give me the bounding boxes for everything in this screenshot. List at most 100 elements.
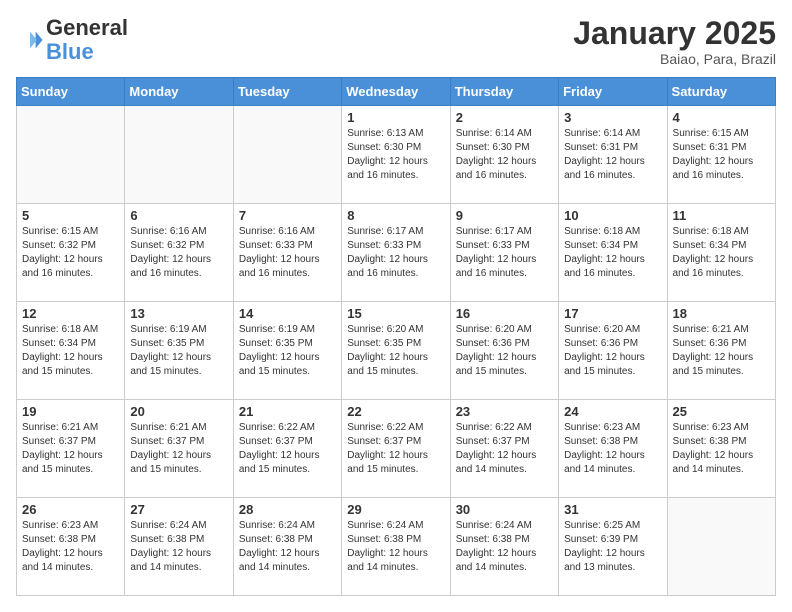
calendar-cell: 22 Sunrise: 6:22 AM Sunset: 6:37 PM Dayli… [342, 400, 450, 498]
weekday-header-tuesday: Tuesday [233, 78, 341, 106]
day-number: 4 [673, 110, 770, 125]
page: General Blue January 2025 Baiao, Para, B… [0, 0, 792, 612]
day-info: Sunrise: 6:24 AM Sunset: 6:38 PM Dayligh… [239, 519, 336, 575]
day-info: Sunrise: 6:17 AM Sunset: 6:33 PM Dayligh… [456, 225, 553, 281]
calendar-cell: 31Sunrise: 6:25 AM Sunset: 6:39 PM Dayli… [559, 498, 667, 596]
day-info: Sunrise: 6:14 AM Sunset: 6:30 PM Dayligh… [456, 127, 553, 183]
calendar-cell: 3Sunrise: 6:14 AM Sunset: 6:31 PM Daylig… [559, 106, 667, 204]
day-number: 29 [347, 502, 444, 517]
day-info: Sunrise: 6:19 AM Sunset: 6:35 PM Dayligh… [239, 323, 336, 379]
day-number: 25 [673, 404, 770, 419]
day-number: 12 [22, 306, 119, 321]
day-number: 9 [456, 208, 553, 223]
calendar-cell: 19 Sunrise: 6:21 AM Sunset: 6:37 PM Dayli… [17, 400, 125, 498]
day-number: 1 [347, 110, 444, 125]
day-number: 16 [456, 306, 553, 321]
day-number: 17 [564, 306, 661, 321]
day-number: 21 [239, 404, 336, 419]
calendar-cell: 17 Sunrise: 6:20 AM Sunset: 6:36 PM Dayli… [559, 302, 667, 400]
location: Baiao, Para, Brazil [573, 51, 776, 67]
calendar-cell: 23 Sunrise: 6:22 AM Sunset: 6:37 PM Dayli… [450, 400, 558, 498]
day-number: 5 [22, 208, 119, 223]
day-info: Sunrise: 6:20 AM Sunset: 6:35 PM Dayligh… [347, 323, 444, 379]
day-number: 14 [239, 306, 336, 321]
day-number: 19 [22, 404, 119, 419]
day-number: 24 [564, 404, 661, 419]
calendar-week-4: 19 Sunrise: 6:21 AM Sunset: 6:37 PM Dayli… [17, 400, 776, 498]
calendar-cell: 16Sunrise: 6:20 AM Sunset: 6:36 PM Dayli… [450, 302, 558, 400]
day-info: Sunrise: 6:23 AM Sunset: 6:38 PM Dayligh… [564, 421, 661, 477]
day-number: 27 [130, 502, 227, 517]
day-info: Sunrise: 6:22 AM Sunset: 6:37 PM Dayligh… [347, 421, 444, 477]
calendar-cell: 11 Sunrise: 6:18 AM Sunset: 6:34 PM Dayli… [667, 204, 775, 302]
calendar-cell: 28 Sunrise: 6:24 AM Sunset: 6:38 PM Dayli… [233, 498, 341, 596]
day-info: Sunrise: 6:22 AM Sunset: 6:37 PM Dayligh… [456, 421, 553, 477]
day-info: Sunrise: 6:13 AM Sunset: 6:30 PM Dayligh… [347, 127, 444, 183]
calendar-cell: 29 Sunrise: 6:24 AM Sunset: 6:38 PM Dayli… [342, 498, 450, 596]
calendar-cell: 4 Sunrise: 6:15 AM Sunset: 6:31 PM Daylig… [667, 106, 775, 204]
month-title: January 2025 [573, 16, 776, 51]
weekday-header-friday: Friday [559, 78, 667, 106]
day-info: Sunrise: 6:24 AM Sunset: 6:38 PM Dayligh… [130, 519, 227, 575]
logo-text: General Blue [46, 16, 128, 64]
calendar-cell [667, 498, 775, 596]
day-info: Sunrise: 6:18 AM Sunset: 6:34 PM Dayligh… [673, 225, 770, 281]
calendar-cell: 26Sunrise: 6:23 AM Sunset: 6:38 PM Dayli… [17, 498, 125, 596]
day-info: Sunrise: 6:23 AM Sunset: 6:38 PM Dayligh… [22, 519, 119, 575]
day-number: 10 [564, 208, 661, 223]
calendar-cell: 2 Sunrise: 6:14 AM Sunset: 6:30 PM Daylig… [450, 106, 558, 204]
day-number: 13 [130, 306, 227, 321]
header: General Blue January 2025 Baiao, Para, B… [16, 16, 776, 67]
calendar-cell: 10Sunrise: 6:18 AM Sunset: 6:34 PM Dayli… [559, 204, 667, 302]
day-number: 8 [347, 208, 444, 223]
day-number: 30 [456, 502, 553, 517]
day-number: 2 [456, 110, 553, 125]
day-info: Sunrise: 6:14 AM Sunset: 6:31 PM Dayligh… [564, 127, 661, 183]
day-number: 18 [673, 306, 770, 321]
calendar-cell [17, 106, 125, 204]
day-number: 20 [130, 404, 227, 419]
day-number: 7 [239, 208, 336, 223]
title-block: January 2025 Baiao, Para, Brazil [573, 16, 776, 67]
calendar-cell: 14 Sunrise: 6:19 AM Sunset: 6:35 PM Dayli… [233, 302, 341, 400]
calendar-cell: 25 Sunrise: 6:23 AM Sunset: 6:38 PM Dayli… [667, 400, 775, 498]
weekday-header-thursday: Thursday [450, 78, 558, 106]
calendar-cell [233, 106, 341, 204]
day-number: 6 [130, 208, 227, 223]
day-info: Sunrise: 6:21 AM Sunset: 6:37 PM Dayligh… [130, 421, 227, 477]
weekday-header-saturday: Saturday [667, 78, 775, 106]
day-info: Sunrise: 6:20 AM Sunset: 6:36 PM Dayligh… [564, 323, 661, 379]
day-info: Sunrise: 6:21 AM Sunset: 6:37 PM Dayligh… [22, 421, 119, 477]
calendar-cell: 12 Sunrise: 6:18 AM Sunset: 6:34 PM Dayli… [17, 302, 125, 400]
calendar-week-5: 26Sunrise: 6:23 AM Sunset: 6:38 PM Dayli… [17, 498, 776, 596]
day-number: 23 [456, 404, 553, 419]
weekday-header-monday: Monday [125, 78, 233, 106]
day-info: Sunrise: 6:18 AM Sunset: 6:34 PM Dayligh… [22, 323, 119, 379]
calendar-cell: 13 Sunrise: 6:19 AM Sunset: 6:35 PM Dayli… [125, 302, 233, 400]
weekday-header-sunday: Sunday [17, 78, 125, 106]
day-info: Sunrise: 6:19 AM Sunset: 6:35 PM Dayligh… [130, 323, 227, 379]
day-number: 31 [564, 502, 661, 517]
day-info: Sunrise: 6:15 AM Sunset: 6:32 PM Dayligh… [22, 225, 119, 281]
calendar-table: SundayMondayTuesdayWednesdayThursdayFrid… [16, 77, 776, 596]
day-info: Sunrise: 6:24 AM Sunset: 6:38 PM Dayligh… [456, 519, 553, 575]
calendar-cell [125, 106, 233, 204]
day-number: 28 [239, 502, 336, 517]
calendar-cell: 30 Sunrise: 6:24 AM Sunset: 6:38 PM Dayli… [450, 498, 558, 596]
day-number: 22 [347, 404, 444, 419]
calendar-cell: 7Sunrise: 6:16 AM Sunset: 6:33 PM Daylig… [233, 204, 341, 302]
day-info: Sunrise: 6:24 AM Sunset: 6:38 PM Dayligh… [347, 519, 444, 575]
calendar-cell: 20 Sunrise: 6:21 AM Sunset: 6:37 PM Dayli… [125, 400, 233, 498]
day-number: 11 [673, 208, 770, 223]
day-number: 15 [347, 306, 444, 321]
day-info: Sunrise: 6:17 AM Sunset: 6:33 PM Dayligh… [347, 225, 444, 281]
calendar-cell: 21Sunrise: 6:22 AM Sunset: 6:37 PM Dayli… [233, 400, 341, 498]
calendar-cell: 5 Sunrise: 6:15 AM Sunset: 6:32 PM Daylig… [17, 204, 125, 302]
day-info: Sunrise: 6:21 AM Sunset: 6:36 PM Dayligh… [673, 323, 770, 379]
calendar-cell: 8 Sunrise: 6:17 AM Sunset: 6:33 PM Daylig… [342, 204, 450, 302]
calendar-week-2: 5 Sunrise: 6:15 AM Sunset: 6:32 PM Daylig… [17, 204, 776, 302]
day-info: Sunrise: 6:23 AM Sunset: 6:38 PM Dayligh… [673, 421, 770, 477]
logo-icon [16, 26, 44, 54]
day-info: Sunrise: 6:15 AM Sunset: 6:31 PM Dayligh… [673, 127, 770, 183]
calendar-cell: 15 Sunrise: 6:20 AM Sunset: 6:35 PM Dayli… [342, 302, 450, 400]
